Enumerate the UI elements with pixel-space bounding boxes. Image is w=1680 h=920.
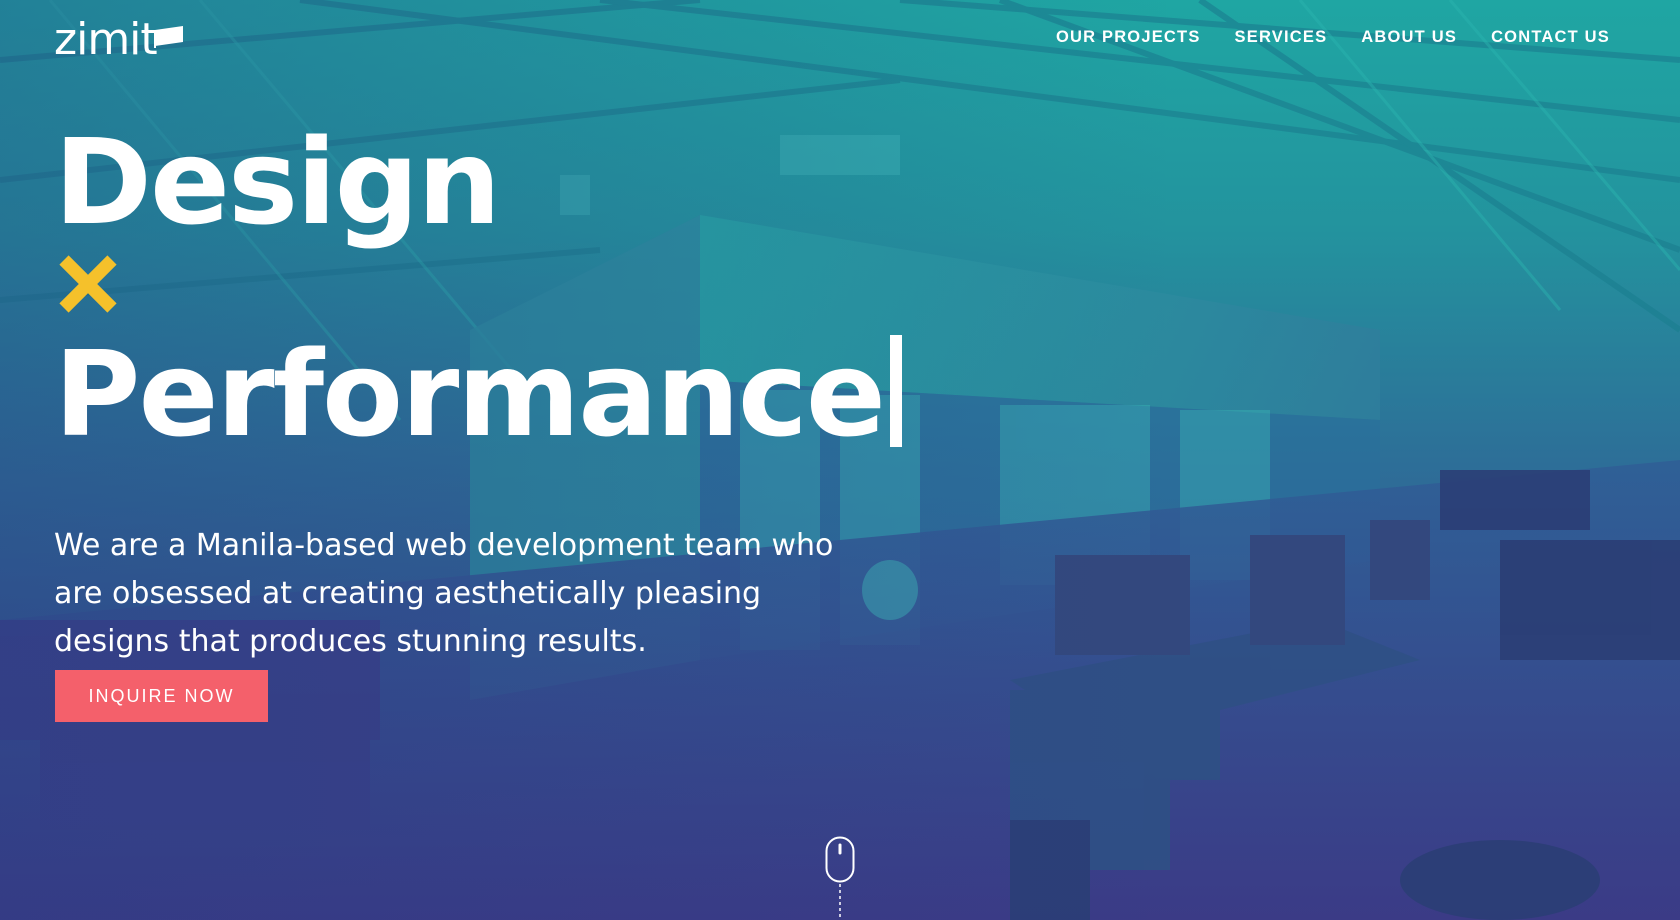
times-icon <box>59 255 117 313</box>
logo-text: zimit <box>54 14 158 65</box>
main-nav: OUR PROJECTS SERVICES ABOUT US CONTACT U… <box>1056 28 1610 47</box>
headline-line-performance: Performance <box>54 324 902 464</box>
mouse-scroll-icon[interactable] <box>825 836 855 920</box>
hero-tagline: We are a Manila-based web development te… <box>54 528 834 659</box>
nav-contact-us[interactable]: CONTACT US <box>1491 28 1610 47</box>
headline-performance-text: Performance <box>54 325 886 463</box>
flag-icon <box>153 26 183 48</box>
hero-section: zimit OUR PROJECTS SERVICES ABOUT US CON… <box>0 0 1680 920</box>
brand-logo[interactable]: zimit <box>54 14 185 66</box>
inquire-now-button[interactable]: INQUIRE NOW <box>55 670 268 722</box>
nav-our-projects[interactable]: OUR PROJECTS <box>1056 28 1201 47</box>
hero-headline: Design Performance <box>54 112 902 464</box>
headline-line-design: Design <box>54 113 501 251</box>
nav-about-us[interactable]: ABOUT US <box>1361 28 1457 47</box>
typing-cursor <box>889 335 902 447</box>
nav-services[interactable]: SERVICES <box>1235 28 1328 47</box>
